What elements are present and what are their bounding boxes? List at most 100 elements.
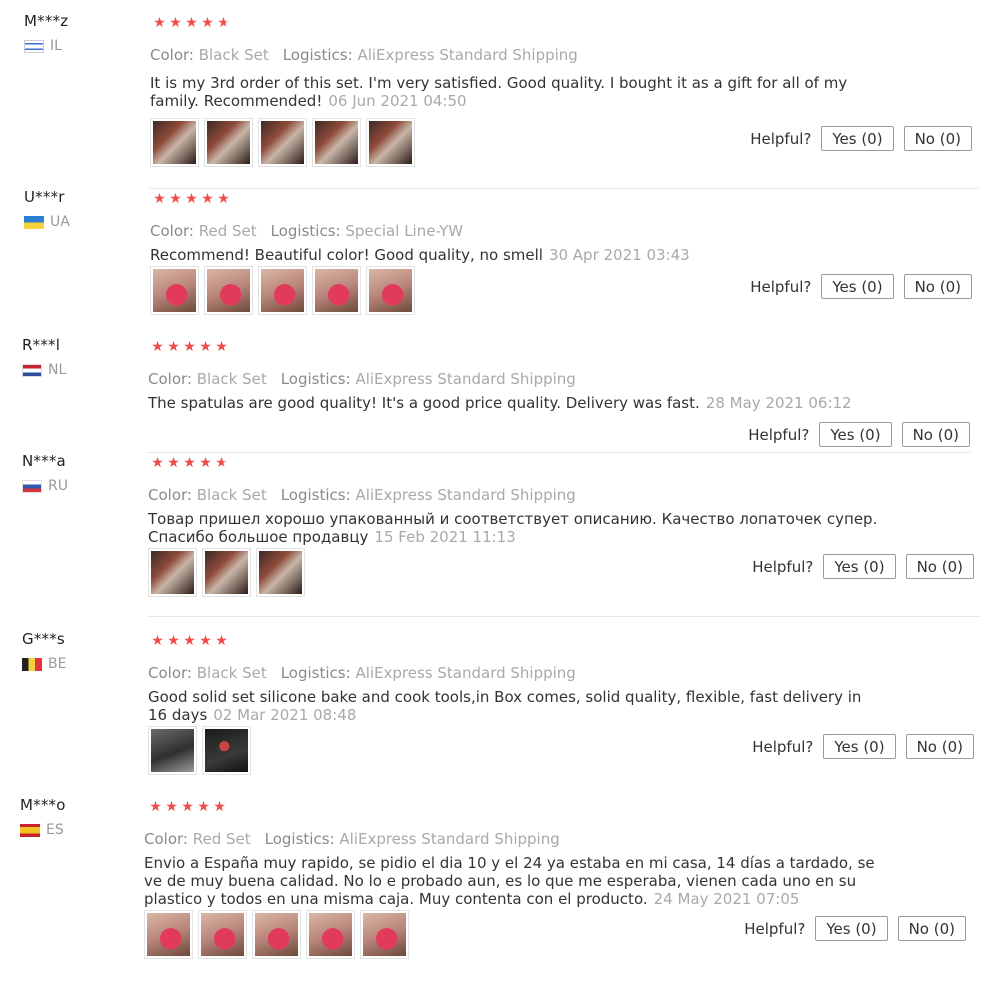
helpful-no-button[interactable]: No (0) [901,422,970,447]
review-meta: Color: Black Set Logistics: AliExpress St… [148,370,576,388]
review-date: 30 Apr 2021 03:43 [548,246,690,264]
review-photo-thumbnail[interactable] [252,910,301,959]
helpful-label: Helpful? [750,129,812,148]
helpful-votes: Helpful? Yes (0) No (0) [750,274,972,299]
review-photo [147,913,190,956]
review-photo-thumbnail[interactable] [204,118,253,167]
review-text-line: Товар пришел хорошо упакованный и соотве… [148,510,888,528]
review-photo-thumbnail[interactable] [150,266,199,315]
logistics-label: Logistics: [280,486,351,504]
star-icon: ★ [201,191,215,207]
helpful-yes-button[interactable]: Yes (0) [821,274,894,299]
review-photo-thumbnail[interactable] [144,910,193,959]
logistics-value: AliExpress Standard Shipping [355,370,576,388]
review-photo-thumbnail[interactable] [256,548,305,597]
helpful-yes-button[interactable]: Yes (0) [815,916,888,941]
review-date: 15 Feb 2021 11:13 [374,528,516,546]
review-item: M***o ES ★ ★ ★ ★ ★ Color: Red Set Logistics: Ali… [0,796,1000,966]
color-value: Red Set [192,830,251,848]
review-text-content: family. Recommended! [150,92,323,110]
star-icon: ★ [167,633,181,649]
reviewer-country: RU [22,478,68,494]
helpful-yes-button[interactable]: Yes (0) [823,734,896,759]
review-photo-thumbnail[interactable] [258,266,307,315]
reviewer-country: UA [24,214,70,230]
reviewer-name: M***z [24,12,69,30]
review-item: U***r UA ★ ★ ★ ★ ★ Color: Red Set Logistics: Spe… [0,188,1000,358]
review-photo-thumbnail[interactable] [202,548,251,597]
review-item: G***s BE ★ ★ ★ ★ ★ Color: Black Set Logistics: A… [0,630,1000,800]
review-photo-thumbnail[interactable] [150,118,199,167]
star-icon: ★ [197,799,211,815]
review-photo [309,913,352,956]
review-photo [153,269,196,312]
reviewer-name: R***l [22,336,61,354]
review-photo-thumbnail[interactable] [360,910,409,959]
review-photo-thumbnail[interactable] [148,726,197,775]
star-icon: ★ [185,15,199,31]
helpful-no-button[interactable]: No (0) [905,734,974,759]
review-item: M***z IL ★ ★ ★ ★ ★ Color: Black Set Logistics: A… [0,12,1000,189]
review-photos [150,118,415,167]
star-icon: ★ [183,455,197,471]
review-text-line: Good solid set silicone bake and cook to… [148,688,888,706]
review-photo-thumbnail[interactable] [312,266,361,315]
review-photo-thumbnail[interactable] [204,266,253,315]
review-text-line: It is my 3rd order of this set. I'm very… [150,74,890,92]
helpful-yes-button[interactable]: Yes (0) [823,554,896,579]
review-photo-thumbnail[interactable] [306,910,355,959]
review-photo [255,913,298,956]
review-meta: Color: Red Set Logistics: Special Line-YW [150,222,463,240]
logistics-label: Logistics: [282,46,353,64]
star-icon: ★ [153,191,167,207]
review-photo-thumbnail[interactable] [258,118,307,167]
star-icon: ★ [167,455,181,471]
review-photo-thumbnail[interactable] [312,118,361,167]
review-photo-thumbnail[interactable] [366,266,415,315]
star-icon: ★ [215,339,229,355]
logistics-value: AliExpress Standard Shipping [339,830,560,848]
helpful-yes-button[interactable]: Yes (0) [821,126,894,151]
review-text: Good solid set silicone bake and cook to… [148,688,888,724]
logistics-value: AliExpress Standard Shipping [355,486,576,504]
review-photo-thumbnail[interactable] [202,726,251,775]
review-photos [148,548,305,597]
helpful-no-button[interactable]: No (0) [905,554,974,579]
helpful-yes-button[interactable]: Yes (0) [819,422,892,447]
star-icon: ★ [151,339,165,355]
star-icon: ★ [199,339,213,355]
review-photo-thumbnail[interactable] [366,118,415,167]
review-text-content: The spatulas are good quality! It's a go… [148,394,700,412]
review-photo [315,269,358,312]
reviewer-country: ES [20,822,64,838]
star-rating: ★ ★ ★ ★ ★ [150,340,230,354]
logistics-label: Logistics: [270,222,341,240]
color-label: Color: [144,830,188,848]
review-photo-thumbnail[interactable] [148,548,197,597]
star-icon: ★ [167,339,181,355]
review-text-content: 16 days [148,706,208,724]
review-date: 28 May 2021 06:12 [705,394,852,412]
review-text-line: family. Recommended! 06 Jun 2021 04:50 [150,92,890,110]
review-text-line: plastico y todos en una misma caja. Muy … [144,890,884,908]
color-value: Black Set [196,664,267,682]
reviewer-name: M***o [20,796,66,814]
star-rating: ★ ★ ★ ★ ★ [152,192,232,206]
helpful-no-button[interactable]: No (0) [903,274,972,299]
reviewer-name: U***r [24,188,65,206]
star-rating: ★ ★ ★ ★ ★ [150,634,230,648]
color-label: Color: [150,46,194,64]
reviews-list: M***z IL ★ ★ ★ ★ ★ Color: Black Set Logistics: A… [0,0,1000,1000]
flag-icon [22,479,42,493]
flag-icon [24,39,44,53]
flag-icon [22,363,42,377]
review-photo-thumbnail[interactable] [198,910,247,959]
reviewer-country: BE [22,656,66,672]
helpful-votes: Helpful? Yes (0) No (0) [750,126,972,151]
star-icon: ★ [217,15,231,31]
logistics-value: Special Line-YW [345,222,464,240]
helpful-votes: Helpful? Yes (0) No (0) [744,916,966,941]
helpful-no-button[interactable]: No (0) [903,126,972,151]
helpful-no-button[interactable]: No (0) [897,916,966,941]
color-value: Red Set [198,222,257,240]
